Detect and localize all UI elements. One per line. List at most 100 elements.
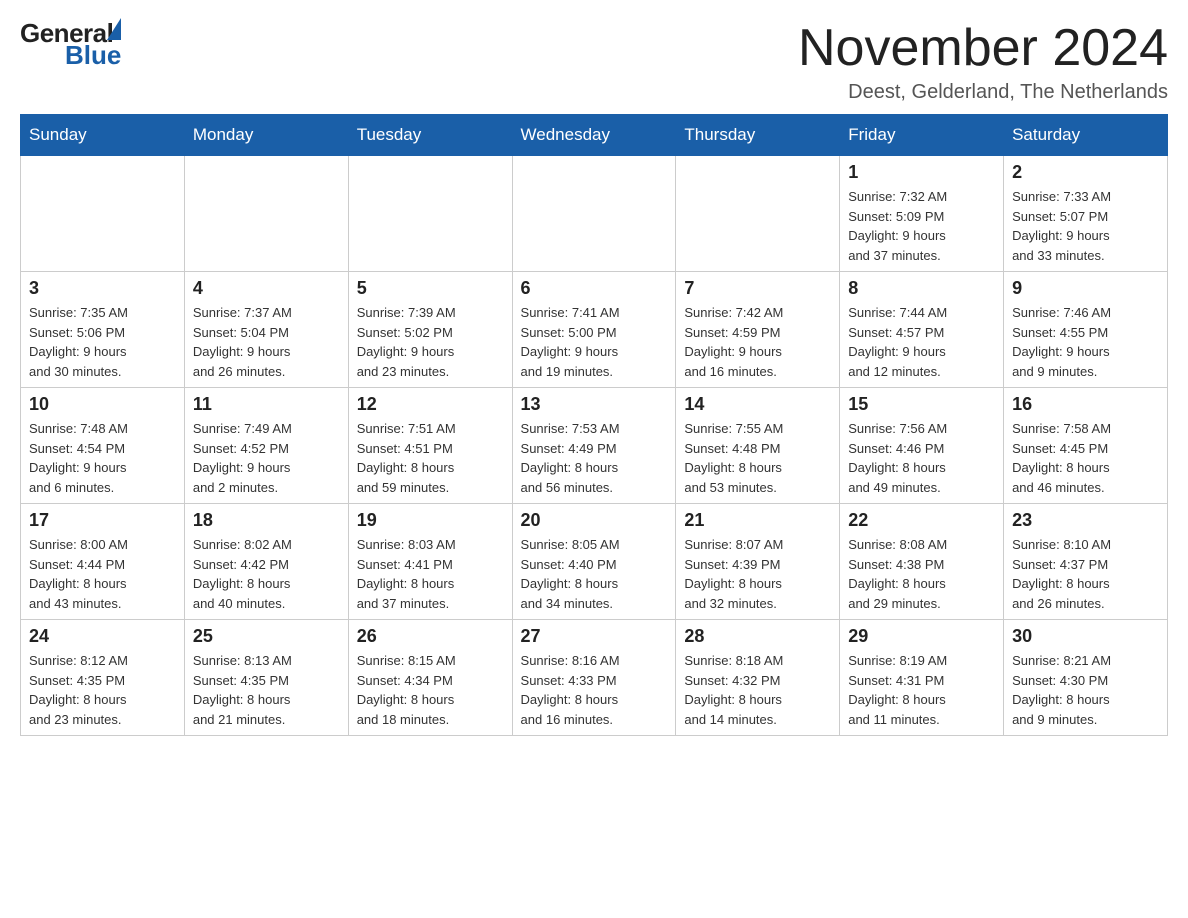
- calendar-cell: 23 Sunrise: 8:10 AMSunset: 4:37 PMDayligh…: [1004, 504, 1168, 620]
- day-info: Sunrise: 7:39 AMSunset: 5:02 PMDaylight:…: [357, 303, 504, 381]
- day-info: Sunrise: 8:18 AMSunset: 4:32 PMDaylight:…: [684, 651, 831, 729]
- calendar-cell: 22 Sunrise: 8:08 AMSunset: 4:38 PMDayligh…: [840, 504, 1004, 620]
- calendar-cell: 24 Sunrise: 8:12 AMSunset: 4:35 PMDayligh…: [21, 620, 185, 736]
- day-number: 15: [848, 394, 995, 415]
- calendar-cell: 5 Sunrise: 7:39 AMSunset: 5:02 PMDaylight…: [348, 272, 512, 388]
- day-info: Sunrise: 8:21 AMSunset: 4:30 PMDaylight:…: [1012, 651, 1159, 729]
- calendar-cell: [21, 156, 185, 272]
- page-header: General Blue November 2024 Deest, Gelder…: [20, 20, 1168, 104]
- calendar-cell: 2Sunrise: 7:33 AMSunset: 5:07 PMDaylight…: [1004, 156, 1168, 272]
- day-number: 10: [29, 394, 176, 415]
- day-number: 12: [357, 394, 504, 415]
- calendar-cell: 30 Sunrise: 8:21 AMSunset: 4:30 PMDayligh…: [1004, 620, 1168, 736]
- day-number: 27: [521, 626, 668, 647]
- weekday-header-tuesday: Tuesday: [348, 115, 512, 156]
- calendar-cell: 29 Sunrise: 8:19 AMSunset: 4:31 PMDayligh…: [840, 620, 1004, 736]
- calendar-cell: [512, 156, 676, 272]
- calendar-cell: 7 Sunrise: 7:42 AMSunset: 4:59 PMDaylight…: [676, 272, 840, 388]
- calendar-cell: 3Sunrise: 7:35 AMSunset: 5:06 PMDaylight…: [21, 272, 185, 388]
- day-number: 7: [684, 278, 831, 299]
- logo-triangle-icon: [107, 18, 121, 40]
- calendar-cell: 11Sunrise: 7:49 AMSunset: 4:52 PMDayligh…: [184, 388, 348, 504]
- calendar-cell: 12 Sunrise: 7:51 AMSunset: 4:51 PMDayligh…: [348, 388, 512, 504]
- week-row-3: 10Sunrise: 7:48 AMSunset: 4:54 PMDayligh…: [21, 388, 1168, 504]
- day-info: Sunrise: 7:53 AMSunset: 4:49 PMDaylight:…: [521, 419, 668, 497]
- day-info: Sunrise: 7:33 AMSunset: 5:07 PMDaylight:…: [1012, 187, 1159, 265]
- day-number: 6: [521, 278, 668, 299]
- day-info: Sunrise: 7:55 AMSunset: 4:48 PMDaylight:…: [684, 419, 831, 497]
- day-number: 29: [848, 626, 995, 647]
- calendar-cell: 26 Sunrise: 8:15 AMSunset: 4:34 PMDayligh…: [348, 620, 512, 736]
- day-info: Sunrise: 7:42 AMSunset: 4:59 PMDaylight:…: [684, 303, 831, 381]
- logo-text-blue: Blue: [65, 42, 121, 68]
- day-number: 22: [848, 510, 995, 531]
- day-number: 3: [29, 278, 176, 299]
- logo: General Blue: [20, 20, 121, 68]
- calendar-cell: 27 Sunrise: 8:16 AMSunset: 4:33 PMDayligh…: [512, 620, 676, 736]
- day-info: Sunrise: 8:15 AMSunset: 4:34 PMDaylight:…: [357, 651, 504, 729]
- day-number: 5: [357, 278, 504, 299]
- day-info: Sunrise: 8:12 AMSunset: 4:35 PMDaylight:…: [29, 651, 176, 729]
- day-info: Sunrise: 7:56 AMSunset: 4:46 PMDaylight:…: [848, 419, 995, 497]
- calendar-cell: 19 Sunrise: 8:03 AMSunset: 4:41 PMDayligh…: [348, 504, 512, 620]
- calendar-cell: 4Sunrise: 7:37 AMSunset: 5:04 PMDaylight…: [184, 272, 348, 388]
- day-info: Sunrise: 8:16 AMSunset: 4:33 PMDaylight:…: [521, 651, 668, 729]
- day-number: 1: [848, 162, 995, 183]
- weekday-header-thursday: Thursday: [676, 115, 840, 156]
- day-number: 28: [684, 626, 831, 647]
- day-info: Sunrise: 7:44 AMSunset: 4:57 PMDaylight:…: [848, 303, 995, 381]
- day-info: Sunrise: 8:10 AMSunset: 4:37 PMDaylight:…: [1012, 535, 1159, 613]
- day-info: Sunrise: 7:41 AMSunset: 5:00 PMDaylight:…: [521, 303, 668, 381]
- day-number: 18: [193, 510, 340, 531]
- day-info: Sunrise: 8:08 AMSunset: 4:38 PMDaylight:…: [848, 535, 995, 613]
- calendar-cell: 14 Sunrise: 7:55 AMSunset: 4:48 PMDayligh…: [676, 388, 840, 504]
- day-number: 23: [1012, 510, 1159, 531]
- calendar-cell: 15 Sunrise: 7:56 AMSunset: 4:46 PMDayligh…: [840, 388, 1004, 504]
- day-info: Sunrise: 7:37 AMSunset: 5:04 PMDaylight:…: [193, 303, 340, 381]
- day-number: 20: [521, 510, 668, 531]
- day-info: Sunrise: 8:07 AMSunset: 4:39 PMDaylight:…: [684, 535, 831, 613]
- day-info: Sunrise: 7:58 AMSunset: 4:45 PMDaylight:…: [1012, 419, 1159, 497]
- title-block: November 2024 Deest, Gelderland, The Net…: [798, 20, 1168, 104]
- day-number: 30: [1012, 626, 1159, 647]
- calendar-cell: 18Sunrise: 8:02 AMSunset: 4:42 PMDayligh…: [184, 504, 348, 620]
- week-row-2: 3Sunrise: 7:35 AMSunset: 5:06 PMDaylight…: [21, 272, 1168, 388]
- calendar-cell: 16 Sunrise: 7:58 AMSunset: 4:45 PMDayligh…: [1004, 388, 1168, 504]
- calendar-cell: 28 Sunrise: 8:18 AMSunset: 4:32 PMDayligh…: [676, 620, 840, 736]
- day-number: 17: [29, 510, 176, 531]
- day-info: Sunrise: 8:03 AMSunset: 4:41 PMDaylight:…: [357, 535, 504, 613]
- week-row-1: 1 Sunrise: 7:32 AMSunset: 5:09 PMDaylight…: [21, 156, 1168, 272]
- day-info: Sunrise: 8:00 AMSunset: 4:44 PMDaylight:…: [29, 535, 176, 613]
- day-number: 8: [848, 278, 995, 299]
- calendar-cell: 13 Sunrise: 7:53 AMSunset: 4:49 PMDayligh…: [512, 388, 676, 504]
- calendar-cell: 21 Sunrise: 8:07 AMSunset: 4:39 PMDayligh…: [676, 504, 840, 620]
- day-number: 25: [193, 626, 340, 647]
- day-number: 19: [357, 510, 504, 531]
- day-info: Sunrise: 7:32 AMSunset: 5:09 PMDaylight:…: [848, 187, 995, 265]
- day-number: 14: [684, 394, 831, 415]
- day-number: 24: [29, 626, 176, 647]
- day-number: 13: [521, 394, 668, 415]
- day-info: Sunrise: 8:13 AMSunset: 4:35 PMDaylight:…: [193, 651, 340, 729]
- calendar-cell: 10Sunrise: 7:48 AMSunset: 4:54 PMDayligh…: [21, 388, 185, 504]
- day-number: 9: [1012, 278, 1159, 299]
- month-year-title: November 2024: [798, 20, 1168, 77]
- day-number: 16: [1012, 394, 1159, 415]
- calendar-table: SundayMondayTuesdayWednesdayThursdayFrid…: [20, 114, 1168, 736]
- day-number: 11: [193, 394, 340, 415]
- day-info: Sunrise: 8:05 AMSunset: 4:40 PMDaylight:…: [521, 535, 668, 613]
- day-info: Sunrise: 8:19 AMSunset: 4:31 PMDaylight:…: [848, 651, 995, 729]
- day-info: Sunrise: 7:51 AMSunset: 4:51 PMDaylight:…: [357, 419, 504, 497]
- calendar-cell: [676, 156, 840, 272]
- day-number: 26: [357, 626, 504, 647]
- weekday-header-monday: Monday: [184, 115, 348, 156]
- day-number: 21: [684, 510, 831, 531]
- calendar-cell: 8 Sunrise: 7:44 AMSunset: 4:57 PMDaylight…: [840, 272, 1004, 388]
- week-row-4: 17 Sunrise: 8:00 AMSunset: 4:44 PMDayligh…: [21, 504, 1168, 620]
- calendar-cell: 1 Sunrise: 7:32 AMSunset: 5:09 PMDaylight…: [840, 156, 1004, 272]
- calendar-cell: 6 Sunrise: 7:41 AMSunset: 5:00 PMDaylight…: [512, 272, 676, 388]
- calendar-cell: 20 Sunrise: 8:05 AMSunset: 4:40 PMDayligh…: [512, 504, 676, 620]
- calendar-cell: [348, 156, 512, 272]
- weekday-header-friday: Friday: [840, 115, 1004, 156]
- calendar-cell: [184, 156, 348, 272]
